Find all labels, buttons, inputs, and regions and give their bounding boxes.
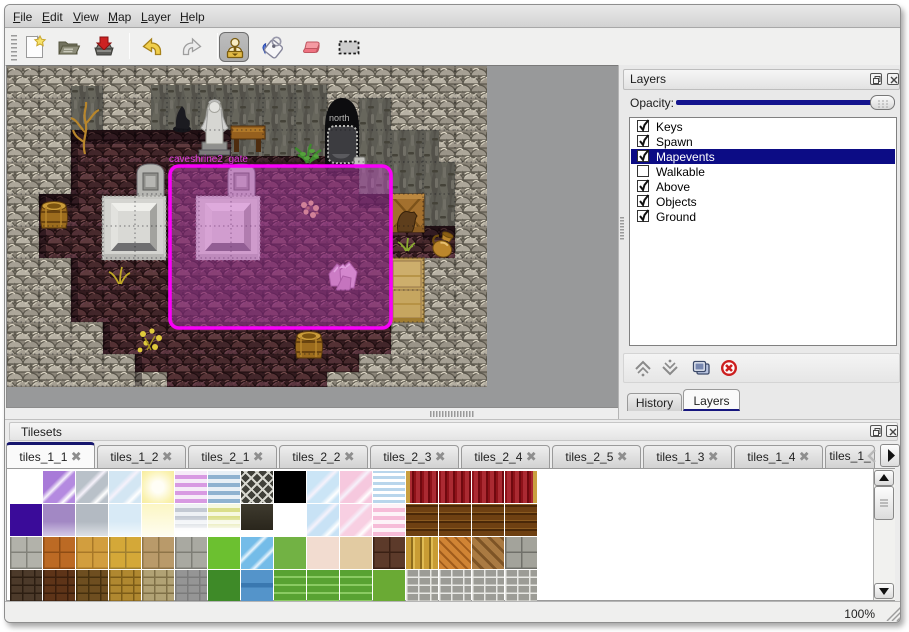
svg-text:north: north [329, 113, 350, 123]
svg-text:caveshrine2_gate: caveshrine2_gate [169, 154, 248, 165]
